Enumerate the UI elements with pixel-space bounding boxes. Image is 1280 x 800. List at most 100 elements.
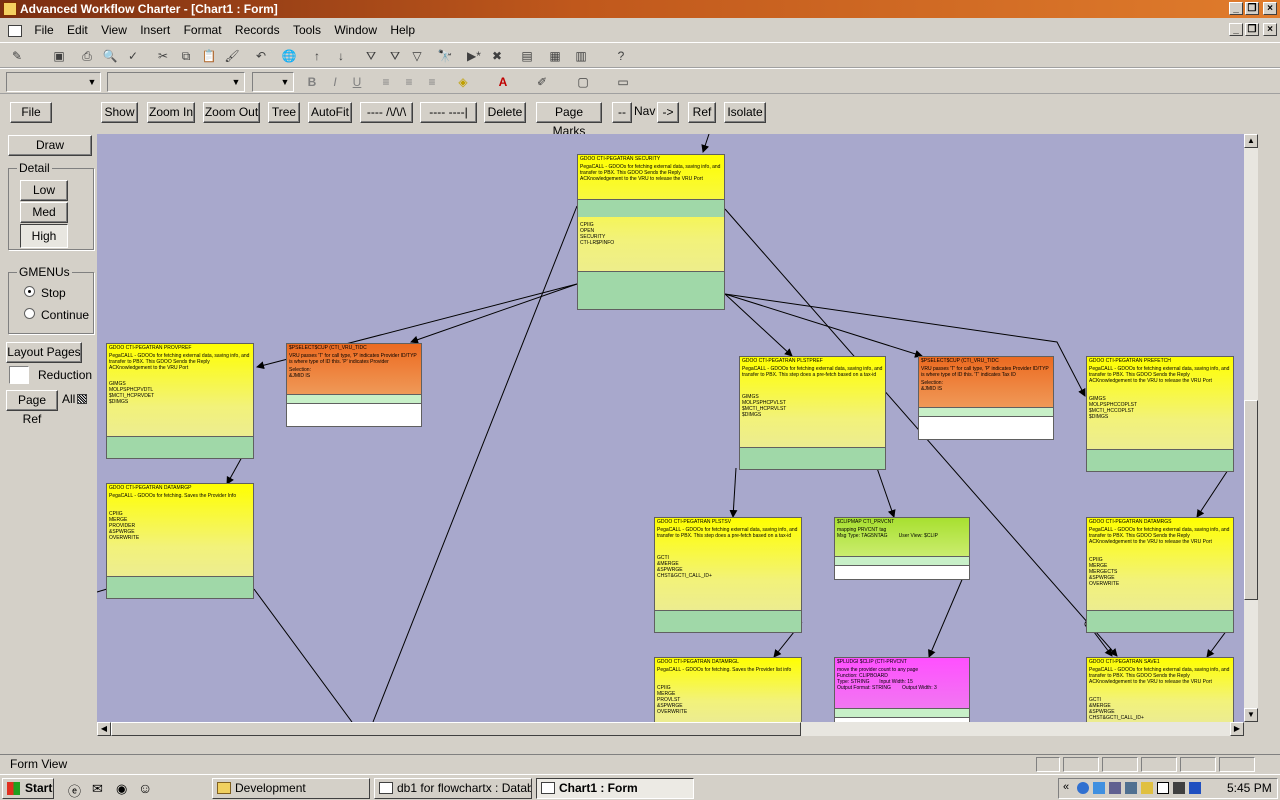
find-icon[interactable]: 🔭 — [436, 47, 454, 65]
print-icon[interactable]: ⎙ — [78, 47, 96, 65]
restore-button[interactable]: ❐ — [1245, 2, 1259, 15]
horizontal-scrollbar[interactable]: ◀ ▶ — [97, 722, 1244, 736]
flow-node[interactable]: GDOO CTI-PEGATRAN DATAMRGL PegaCALL - GD… — [654, 657, 802, 722]
outlook-icon[interactable]: ✉ — [92, 781, 103, 797]
menu-insert[interactable]: Insert — [135, 20, 175, 40]
display-icon[interactable] — [1125, 782, 1137, 794]
fill-color-icon[interactable]: ◈ — [454, 73, 472, 91]
menu-edit[interactable]: Edit — [62, 20, 93, 40]
font-size-combo[interactable]: ▼ — [252, 72, 294, 92]
vertical-scroll-thumb[interactable] — [1244, 400, 1258, 600]
doc-restore-button[interactable]: ❐ — [1245, 23, 1259, 36]
format-painter-icon[interactable]: 🖌 — [223, 47, 241, 65]
detail-med-button[interactable]: Med — [20, 202, 68, 223]
menu-format[interactable]: Format — [179, 20, 227, 40]
file-button[interactable]: File — [10, 102, 52, 123]
horizontal-scroll-thumb[interactable] — [111, 722, 801, 736]
flow-node[interactable]: GDOO CTI-PEGATRAN PLSTPREF PegaCALL - GD… — [739, 356, 886, 470]
object-combo[interactable]: ▼ — [6, 72, 101, 92]
database-window-icon[interactable]: ▦ — [546, 47, 564, 65]
launcher-icon[interactable]: ◉ — [116, 781, 127, 797]
menu-file[interactable]: File — [29, 20, 58, 40]
line-style-wave-button[interactable]: ---- /\/\/\ — [360, 102, 413, 123]
scroll-right-icon[interactable]: ▶ — [1230, 722, 1244, 736]
help-icon[interactable]: ? — [612, 47, 630, 65]
flow-node[interactable]: GDOO CTI-PEGATRAN DATAMRGS PegaCALL - GD… — [1086, 517, 1234, 633]
autofit-button[interactable]: AutoFit — [308, 102, 352, 123]
page-marks-button[interactable]: Page Marks — [536, 102, 602, 138]
underline-icon[interactable]: U — [348, 73, 366, 91]
flow-node[interactable]: $CLIPMAP CTI_PRVCNT mapping PRVCNT tag M… — [834, 517, 970, 580]
menu-view[interactable]: View — [96, 20, 132, 40]
security-icon[interactable] — [1141, 782, 1153, 794]
apply-filter-icon[interactable]: ▽ — [408, 47, 426, 65]
vertical-scrollbar[interactable]: ▲ ▼ — [1244, 134, 1258, 722]
font-color-icon[interactable]: A — [494, 73, 512, 91]
align-left-icon[interactable]: ≡ — [377, 73, 395, 91]
nav-forward-button[interactable]: -> — [657, 102, 679, 123]
doc-close-button[interactable]: × — [1263, 23, 1277, 36]
network-icon[interactable] — [1077, 782, 1089, 794]
delete-button[interactable]: Delete — [484, 102, 526, 123]
paste-icon[interactable]: 📋 — [200, 47, 218, 65]
flow-node[interactable]: $PSELECT$CUP (CTI_VRU_TIDC VRU passes 'T… — [918, 356, 1054, 440]
form-icon[interactable] — [8, 24, 22, 37]
clock[interactable]: 5:45 PM — [1227, 781, 1272, 795]
cut-icon[interactable]: ✂ — [154, 47, 172, 65]
special-effect-icon[interactable]: ▭ — [614, 73, 632, 91]
volume-icon[interactable] — [1173, 782, 1185, 794]
close-button[interactable]: × — [1263, 2, 1277, 15]
flow-node[interactable]: GDOO CTI-PEGATRAN SECURITY PegaCALL - GD… — [577, 154, 725, 310]
bold-icon[interactable]: B — [303, 73, 321, 91]
stop-radio[interactable] — [24, 286, 35, 297]
filter-selection-icon[interactable]: ⛛ — [362, 47, 380, 65]
flow-node[interactable]: GDOO CTI-PEGATRAN PREFETCH PegaCALL - GD… — [1086, 356, 1234, 472]
start-button[interactable]: Start — [2, 778, 54, 799]
taskbar-item-chart-form[interactable]: Chart1 : Form — [536, 778, 694, 799]
ref-button[interactable]: Ref — [688, 102, 716, 123]
app-tray-icon[interactable] — [1157, 782, 1169, 794]
detail-low-button[interactable]: Low — [20, 180, 68, 201]
save-icon[interactable]: ▣ — [50, 47, 68, 65]
monitor-icon[interactable] — [1109, 782, 1121, 794]
copy-icon[interactable]: ⧉ — [177, 47, 195, 65]
filter-form-icon[interactable]: ⛛ — [386, 47, 404, 65]
menu-tools[interactable]: Tools — [288, 20, 326, 40]
minimize-button[interactable]: _ — [1229, 2, 1243, 15]
undo-icon[interactable]: ↶ — [252, 47, 270, 65]
menu-help[interactable]: Help — [385, 20, 420, 40]
design-view-icon[interactable]: ✎ — [8, 47, 26, 65]
page-ref-button[interactable]: Page Ref — [6, 390, 58, 426]
line-color-icon[interactable]: ✐ — [533, 73, 551, 91]
all-checkbox[interactable] — [77, 394, 87, 404]
nav-back-button[interactable]: -- — [612, 102, 632, 123]
ie-icon[interactable]: ⓔ — [68, 781, 81, 800]
isolate-button[interactable]: Isolate — [724, 102, 766, 123]
delete-record-icon[interactable]: ✖ — [488, 47, 506, 65]
tree-button[interactable]: Tree — [268, 102, 300, 123]
align-right-icon[interactable]: ≡ — [423, 73, 441, 91]
sort-ascending-icon[interactable]: ↑ — [308, 47, 326, 65]
zoom-out-button[interactable]: Zoom Out — [203, 102, 260, 123]
flow-node[interactable]: GDOO CTI-PEGATRAN DATAMRGP PegaCALL - GD… — [106, 483, 254, 599]
properties-icon[interactable]: ▤ — [518, 47, 536, 65]
user-icon[interactable] — [1093, 782, 1105, 794]
tray-expand-icon[interactable]: « — [1063, 781, 1069, 793]
flow-node[interactable]: GDOO CTI-PEGATRAN SAVE1 PegaCALL - GDOOs… — [1086, 657, 1234, 722]
show-button[interactable]: Show — [101, 102, 138, 123]
scroll-left-icon[interactable]: ◀ — [97, 722, 111, 736]
align-center-icon[interactable]: ≡ — [400, 73, 418, 91]
taskbar-item-database[interactable]: db1 for flowchartx : Datab... — [374, 778, 532, 799]
reduction-checkbox[interactable] — [9, 366, 29, 384]
zoom-in-button[interactable]: Zoom In — [147, 102, 195, 123]
continue-radio[interactable] — [24, 308, 35, 319]
flow-node[interactable]: GDOO CTI-PEGATRAN PLSTSV PegaCALL - GDOO… — [654, 517, 802, 633]
line-style-step-button[interactable]: ---- ----| — [420, 102, 477, 123]
spelling-icon[interactable]: ✓ — [124, 47, 142, 65]
flow-node[interactable]: $PLUDGI $CLIP (CTI-PRVCNT move the provi… — [834, 657, 970, 722]
taskbar-item-development[interactable]: Development — [212, 778, 370, 799]
border-width-icon[interactable]: ▢ — [574, 73, 592, 91]
menu-records[interactable]: Records — [230, 20, 285, 40]
new-object-icon[interactable]: ▥ — [572, 47, 590, 65]
sort-descending-icon[interactable]: ↓ — [332, 47, 350, 65]
